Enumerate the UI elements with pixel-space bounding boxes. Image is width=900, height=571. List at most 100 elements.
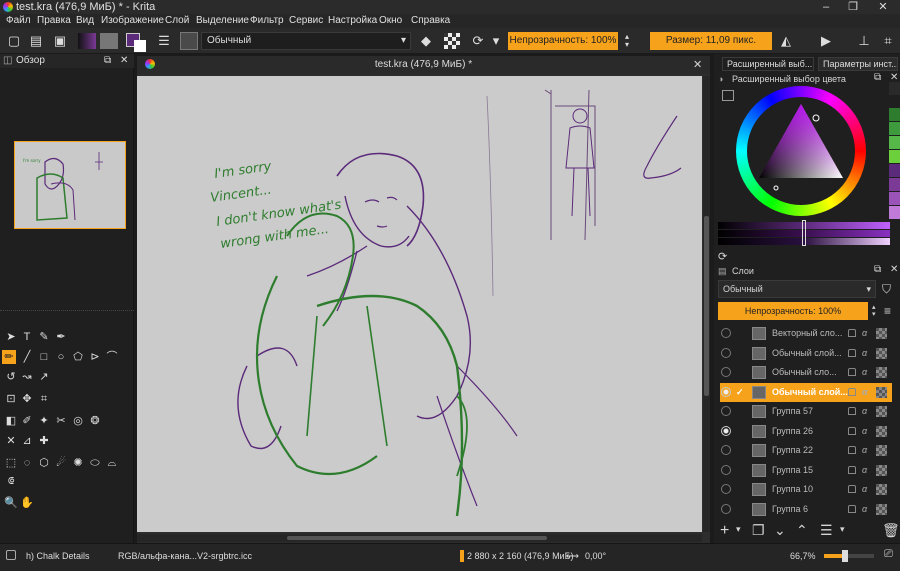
color-triangle[interactable]	[736, 86, 866, 216]
assistant-tool-icon[interactable]: ✕	[4, 434, 18, 448]
layer-row[interactable]: Обычный слой... α	[720, 344, 892, 363]
lock-icon[interactable]	[848, 407, 856, 415]
fill-tool-icon[interactable]: ◎	[71, 414, 85, 428]
gradient-tool-icon[interactable]: ◧	[4, 414, 18, 428]
alpha-lock-icon[interactable]: α	[862, 461, 867, 480]
alpha-lock-icon[interactable]: α	[862, 344, 867, 363]
chevron-down-icon[interactable]: ▾	[490, 33, 502, 49]
inherit-alpha-icon[interactable]	[876, 425, 887, 437]
zoom-tool-icon[interactable]: 🔍	[4, 496, 18, 510]
blend-mode-select[interactable]: Обычный ▾	[201, 32, 411, 50]
palette-close-icon[interactable]	[889, 82, 900, 95]
dynamic-brush-icon[interactable]: ↝	[20, 370, 34, 384]
palette-swatch[interactable]	[889, 178, 900, 191]
float-docker-icon[interactable]: ⧉	[874, 264, 881, 275]
layer-row[interactable]: Группа 22 α	[720, 441, 892, 460]
layer-opacity-spin-icon[interactable]: ▴ ▾	[872, 304, 876, 318]
maximize-icon[interactable]: ❐	[838, 0, 868, 14]
layer-row[interactable]: Группа 6 α	[720, 500, 892, 519]
crop-icon[interactable]: ⌗	[880, 33, 896, 49]
lock-icon[interactable]	[848, 348, 856, 357]
splitter[interactable]	[0, 310, 134, 315]
move-tool-icon[interactable]: ✥	[20, 392, 34, 406]
tab-advanced-color-selector[interactable]: Расширенный выб...	[722, 57, 814, 71]
polygon-select-icon[interactable]: ⬡	[37, 456, 51, 470]
layer-row[interactable]: Векторный сло... α	[720, 324, 892, 343]
float-docker-icon[interactable]: ⧉	[104, 54, 111, 68]
drawing-canvas[interactable]: I'm sorry Vincent... I don't know what's…	[137, 76, 702, 532]
opacity-spin-icon[interactable]: ▴ ▾	[622, 33, 632, 49]
inherit-alpha-icon[interactable]	[876, 386, 887, 398]
color-picker-icon[interactable]: ✐	[20, 414, 34, 428]
gradient-icon[interactable]	[78, 33, 96, 49]
palette-swatch[interactable]	[889, 108, 900, 121]
lock-icon[interactable]	[848, 446, 856, 454]
inherit-alpha-icon[interactable]	[876, 464, 887, 476]
rectangle-tool-icon[interactable]: □	[37, 350, 51, 364]
inherit-alpha-icon[interactable]	[876, 347, 887, 359]
layer-row[interactable]: Группа 57 α	[720, 402, 892, 421]
crop-tool-icon[interactable]: ⌗	[37, 392, 51, 406]
inherit-alpha-icon[interactable]	[876, 445, 887, 456]
visibility-icon[interactable]	[721, 367, 731, 377]
visibility-icon[interactable]	[721, 425, 731, 436]
visibility-icon[interactable]	[721, 347, 731, 358]
palette-swatch[interactable]	[889, 150, 900, 163]
wrap-around-icon[interactable]: ⊥	[856, 33, 872, 49]
background-color-icon[interactable]	[134, 40, 146, 52]
save-icon[interactable]: ▣	[52, 33, 68, 49]
layer-row[interactable]: Группа 26 α	[720, 422, 892, 441]
polygon-tool-icon[interactable]: ⬠	[71, 350, 85, 364]
float-docker-icon[interactable]: ⧉	[874, 72, 881, 83]
magnetic-select-icon[interactable]: ⟃	[4, 474, 18, 488]
layer-row[interactable]: Обычный сло... α	[720, 363, 892, 382]
inherit-alpha-icon[interactable]	[876, 406, 887, 417]
alpha-lock-icon[interactable]: α	[862, 402, 867, 421]
smart-patch-icon[interactable]: ✂	[54, 414, 68, 428]
open-document-icon[interactable]: ▤	[28, 33, 44, 49]
inherit-alpha-icon[interactable]	[876, 484, 887, 495]
alpha-lock-icon[interactable]: α	[862, 363, 867, 382]
menu-image[interactable]: Изображение	[101, 14, 164, 28]
palette-swatch[interactable]	[889, 136, 900, 149]
visibility-icon[interactable]	[721, 503, 731, 514]
line-tool-icon[interactable]: ╱	[20, 350, 34, 364]
menu-window[interactable]: Окно	[379, 14, 402, 28]
minimize-icon[interactable]: –	[811, 0, 841, 14]
eraser-icon[interactable]: ◆	[418, 33, 434, 49]
lock-icon[interactable]	[848, 329, 856, 337]
pan-tool-icon[interactable]: ✋	[20, 496, 34, 510]
palette-swatch[interactable]	[889, 122, 900, 135]
brush-preset-icon[interactable]	[6, 550, 16, 560]
opacity-slider[interactable]: Непрозрачность: 100%	[508, 32, 618, 50]
close-window-icon[interactable]: ✕	[868, 0, 898, 14]
menu-edit[interactable]: Правка	[37, 14, 71, 28]
contiguous-select-icon[interactable]: ✺	[71, 456, 85, 470]
horizontal-scrollbar[interactable]	[137, 534, 702, 542]
alpha-lock-icon[interactable]: α	[862, 324, 867, 343]
new-document-icon[interactable]: ▢	[6, 33, 22, 49]
multibrush-icon[interactable]: ↗	[37, 370, 51, 384]
vertical-scroll-handle[interactable]	[704, 216, 709, 396]
text-tool-icon[interactable]: T	[20, 330, 34, 344]
shade-cursor[interactable]	[802, 220, 806, 246]
mirror-horizontal-icon[interactable]: ◭	[778, 33, 794, 49]
lock-icon[interactable]	[848, 485, 856, 493]
menu-select[interactable]: Выделение	[196, 14, 249, 28]
similar-select-icon[interactable]: ⬭	[88, 456, 102, 470]
alpha-lock-icon[interactable]: α	[862, 383, 868, 402]
select-shapes-icon[interactable]: ➤	[4, 330, 18, 344]
pattern-icon[interactable]	[100, 33, 118, 49]
lock-icon[interactable]	[848, 387, 856, 396]
bezier-tool-icon[interactable]: ⌒	[105, 350, 119, 364]
visibility-icon[interactable]	[721, 464, 731, 475]
menu-help[interactable]: Справка	[411, 14, 450, 28]
close-docker-icon[interactable]: ✕	[120, 54, 128, 68]
visibility-icon[interactable]	[721, 386, 731, 397]
mirror-vertical-icon[interactable]: ▶	[818, 33, 834, 49]
zoom-slider-handle[interactable]	[842, 550, 848, 562]
freehand-brush-icon[interactable]: ✏	[2, 350, 16, 364]
colorize-mask-icon[interactable]: ✦	[37, 414, 51, 428]
lock-icon[interactable]	[848, 426, 856, 435]
inherit-alpha-icon[interactable]	[876, 367, 887, 378]
